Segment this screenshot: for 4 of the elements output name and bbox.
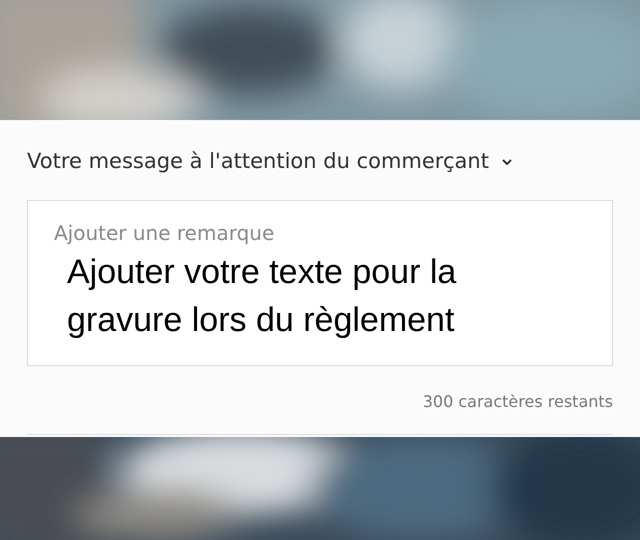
character-counter: 300 caractères restants: [422, 390, 613, 412]
section-toggle[interactable]: Votre message à l'attention du commerçant: [27, 146, 513, 178]
chevron-icon: [500, 158, 513, 166]
engraving-note: Ajouter votre texte pour la gravure lors du règlement: [67, 252, 458, 340]
